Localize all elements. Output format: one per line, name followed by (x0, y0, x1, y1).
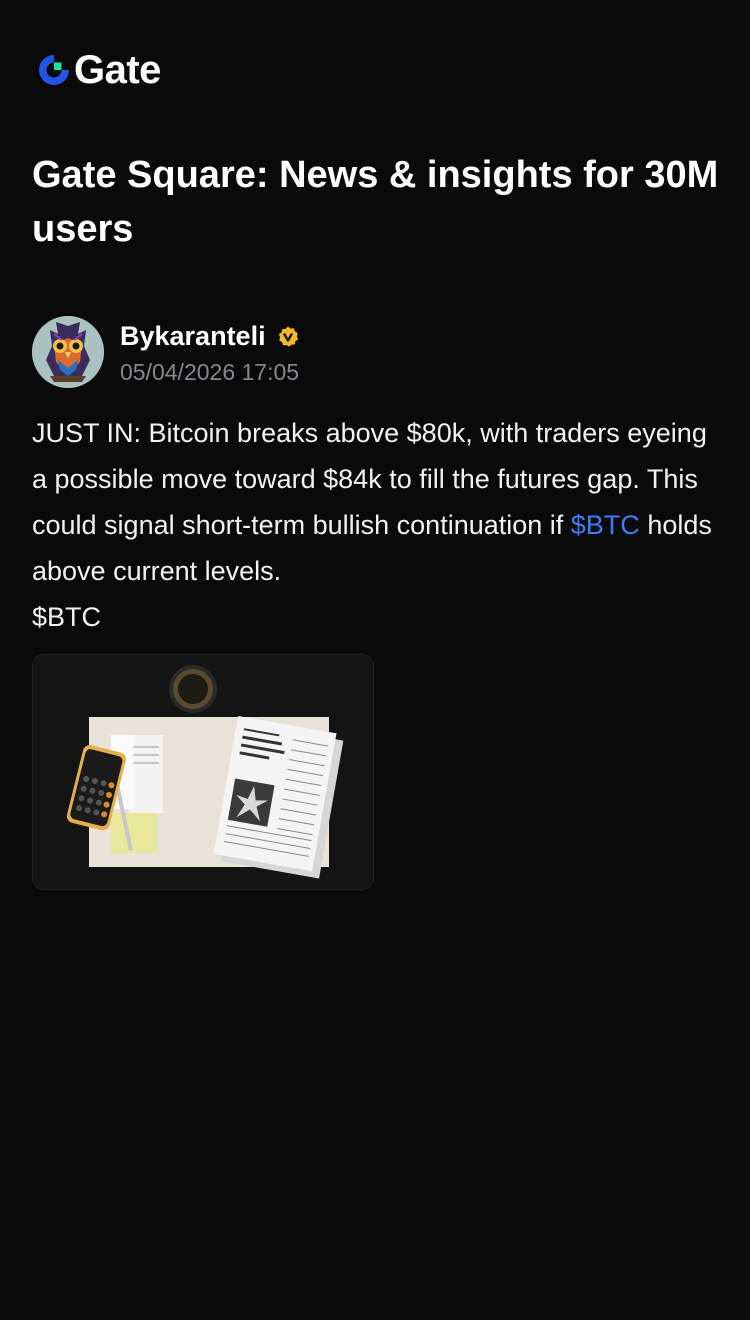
author-avatar[interactable] (32, 316, 104, 388)
verified-badge-icon (278, 326, 298, 347)
post-author[interactable]: Bykaranteli 05/04/2026 17:05 (32, 316, 300, 388)
trailing-tag: $BTC (32, 602, 102, 632)
page: Gate Gate Square: News & insights for 30… (0, 0, 750, 1320)
author-name[interactable]: Bykaranteli (120, 321, 266, 352)
tax-documents-photo (33, 655, 373, 889)
post-image[interactable] (32, 654, 374, 890)
btc-tag-link[interactable]: $BTC (571, 510, 640, 540)
author-name-row: Bykaranteli (120, 319, 300, 355)
gate-logo-icon (39, 55, 69, 85)
page-title: Gate Square: News & insights for 30M use… (32, 154, 719, 250)
gate-logo[interactable]: Gate (36, 50, 161, 90)
author-meta: Bykaranteli 05/04/2026 17:05 (120, 319, 300, 386)
logo-wordmark: Gate (74, 48, 161, 92)
post-timestamp: 05/04/2026 17:05 (120, 358, 300, 385)
post-body: JUST IN: Bitcoin breaks above $80k, with… (32, 410, 722, 640)
owl-avatar-icon (32, 316, 104, 388)
